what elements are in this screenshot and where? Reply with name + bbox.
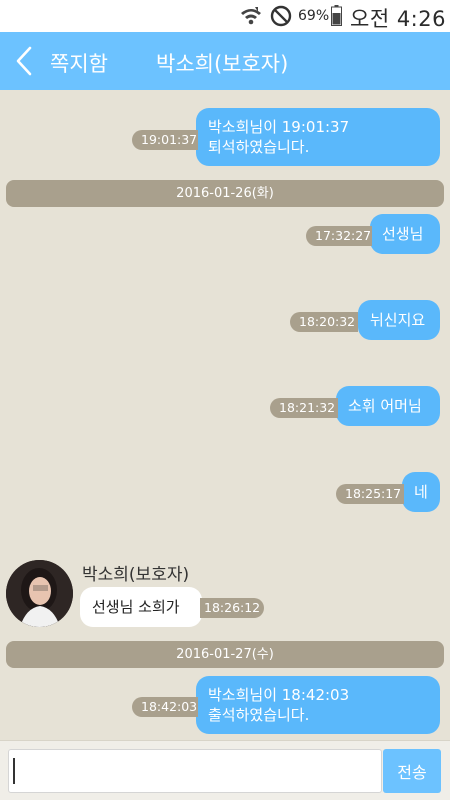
back-button-label[interactable]: 쪽지함 [50, 48, 108, 78]
message-text: 소휘 어머님 [348, 397, 422, 415]
page-title: 박소희(보호자) [156, 52, 289, 76]
message-text: 선생님 [382, 225, 424, 243]
message-text: 박소희님이 19:01:37 퇴석하였습니다. [208, 118, 350, 156]
message-bubble-outgoing: 박소희님이 18:42:03 출석하였습니다. [196, 676, 440, 734]
date-divider: 2016-01-27(수) [6, 641, 444, 668]
text-cursor [13, 758, 15, 784]
message-timestamp: 18:26:12 [200, 598, 264, 618]
status-clock: 오전 4:26 [350, 7, 446, 31]
date-divider: 2016-01-26(화) [6, 180, 444, 207]
message-text: 선생님 소희가 [92, 598, 180, 616]
message-bubble-outgoing: 네 [402, 472, 440, 512]
send-button[interactable]: 전송 [383, 749, 441, 793]
message-composer: 전송 [0, 740, 450, 800]
message-timestamp: 18:21:32 [270, 398, 338, 418]
message-timestamp: 17:32:27 [306, 226, 372, 246]
message-bubble-outgoing: 선생님 [370, 214, 440, 254]
do-not-disturb-icon [270, 5, 292, 27]
message-bubble-outgoing: 소휘 어머님 [336, 386, 440, 426]
message-timestamp: 19:01:37 [132, 130, 198, 150]
sender-name: 박소희(보호자) [82, 565, 190, 585]
sender-avatar[interactable] [6, 560, 73, 627]
app-bar: 쪽지함 박소희(보호자) [0, 32, 450, 90]
chat-area[interactable]: 박소희님이 19:01:37 퇴석하였습니다. 19:01:37 2016-01… [0, 90, 450, 740]
back-arrow-icon[interactable] [14, 46, 36, 76]
battery-icon [331, 5, 342, 26]
battery-percentage: 69% [298, 8, 330, 24]
status-bar: 69% 오전 4:26 [0, 0, 450, 32]
message-timestamp: 18:20:32 [290, 312, 358, 332]
message-text: 뉘신지요 [370, 311, 426, 329]
message-text: 박소희님이 18:42:03 출석하였습니다. [208, 686, 350, 724]
message-bubble-outgoing: 박소희님이 19:01:37 퇴석하였습니다. [196, 108, 440, 166]
wifi-icon [241, 7, 261, 25]
message-bubble-outgoing: 뉘신지요 [358, 300, 440, 340]
message-input[interactable] [8, 749, 382, 793]
avatar-photo-icon [6, 560, 73, 627]
message-bubble-incoming: 선생님 소희가 [80, 587, 202, 627]
message-text: 네 [414, 483, 428, 501]
message-timestamp: 18:25:17 [336, 484, 404, 504]
message-timestamp: 18:42:03 [132, 697, 198, 717]
